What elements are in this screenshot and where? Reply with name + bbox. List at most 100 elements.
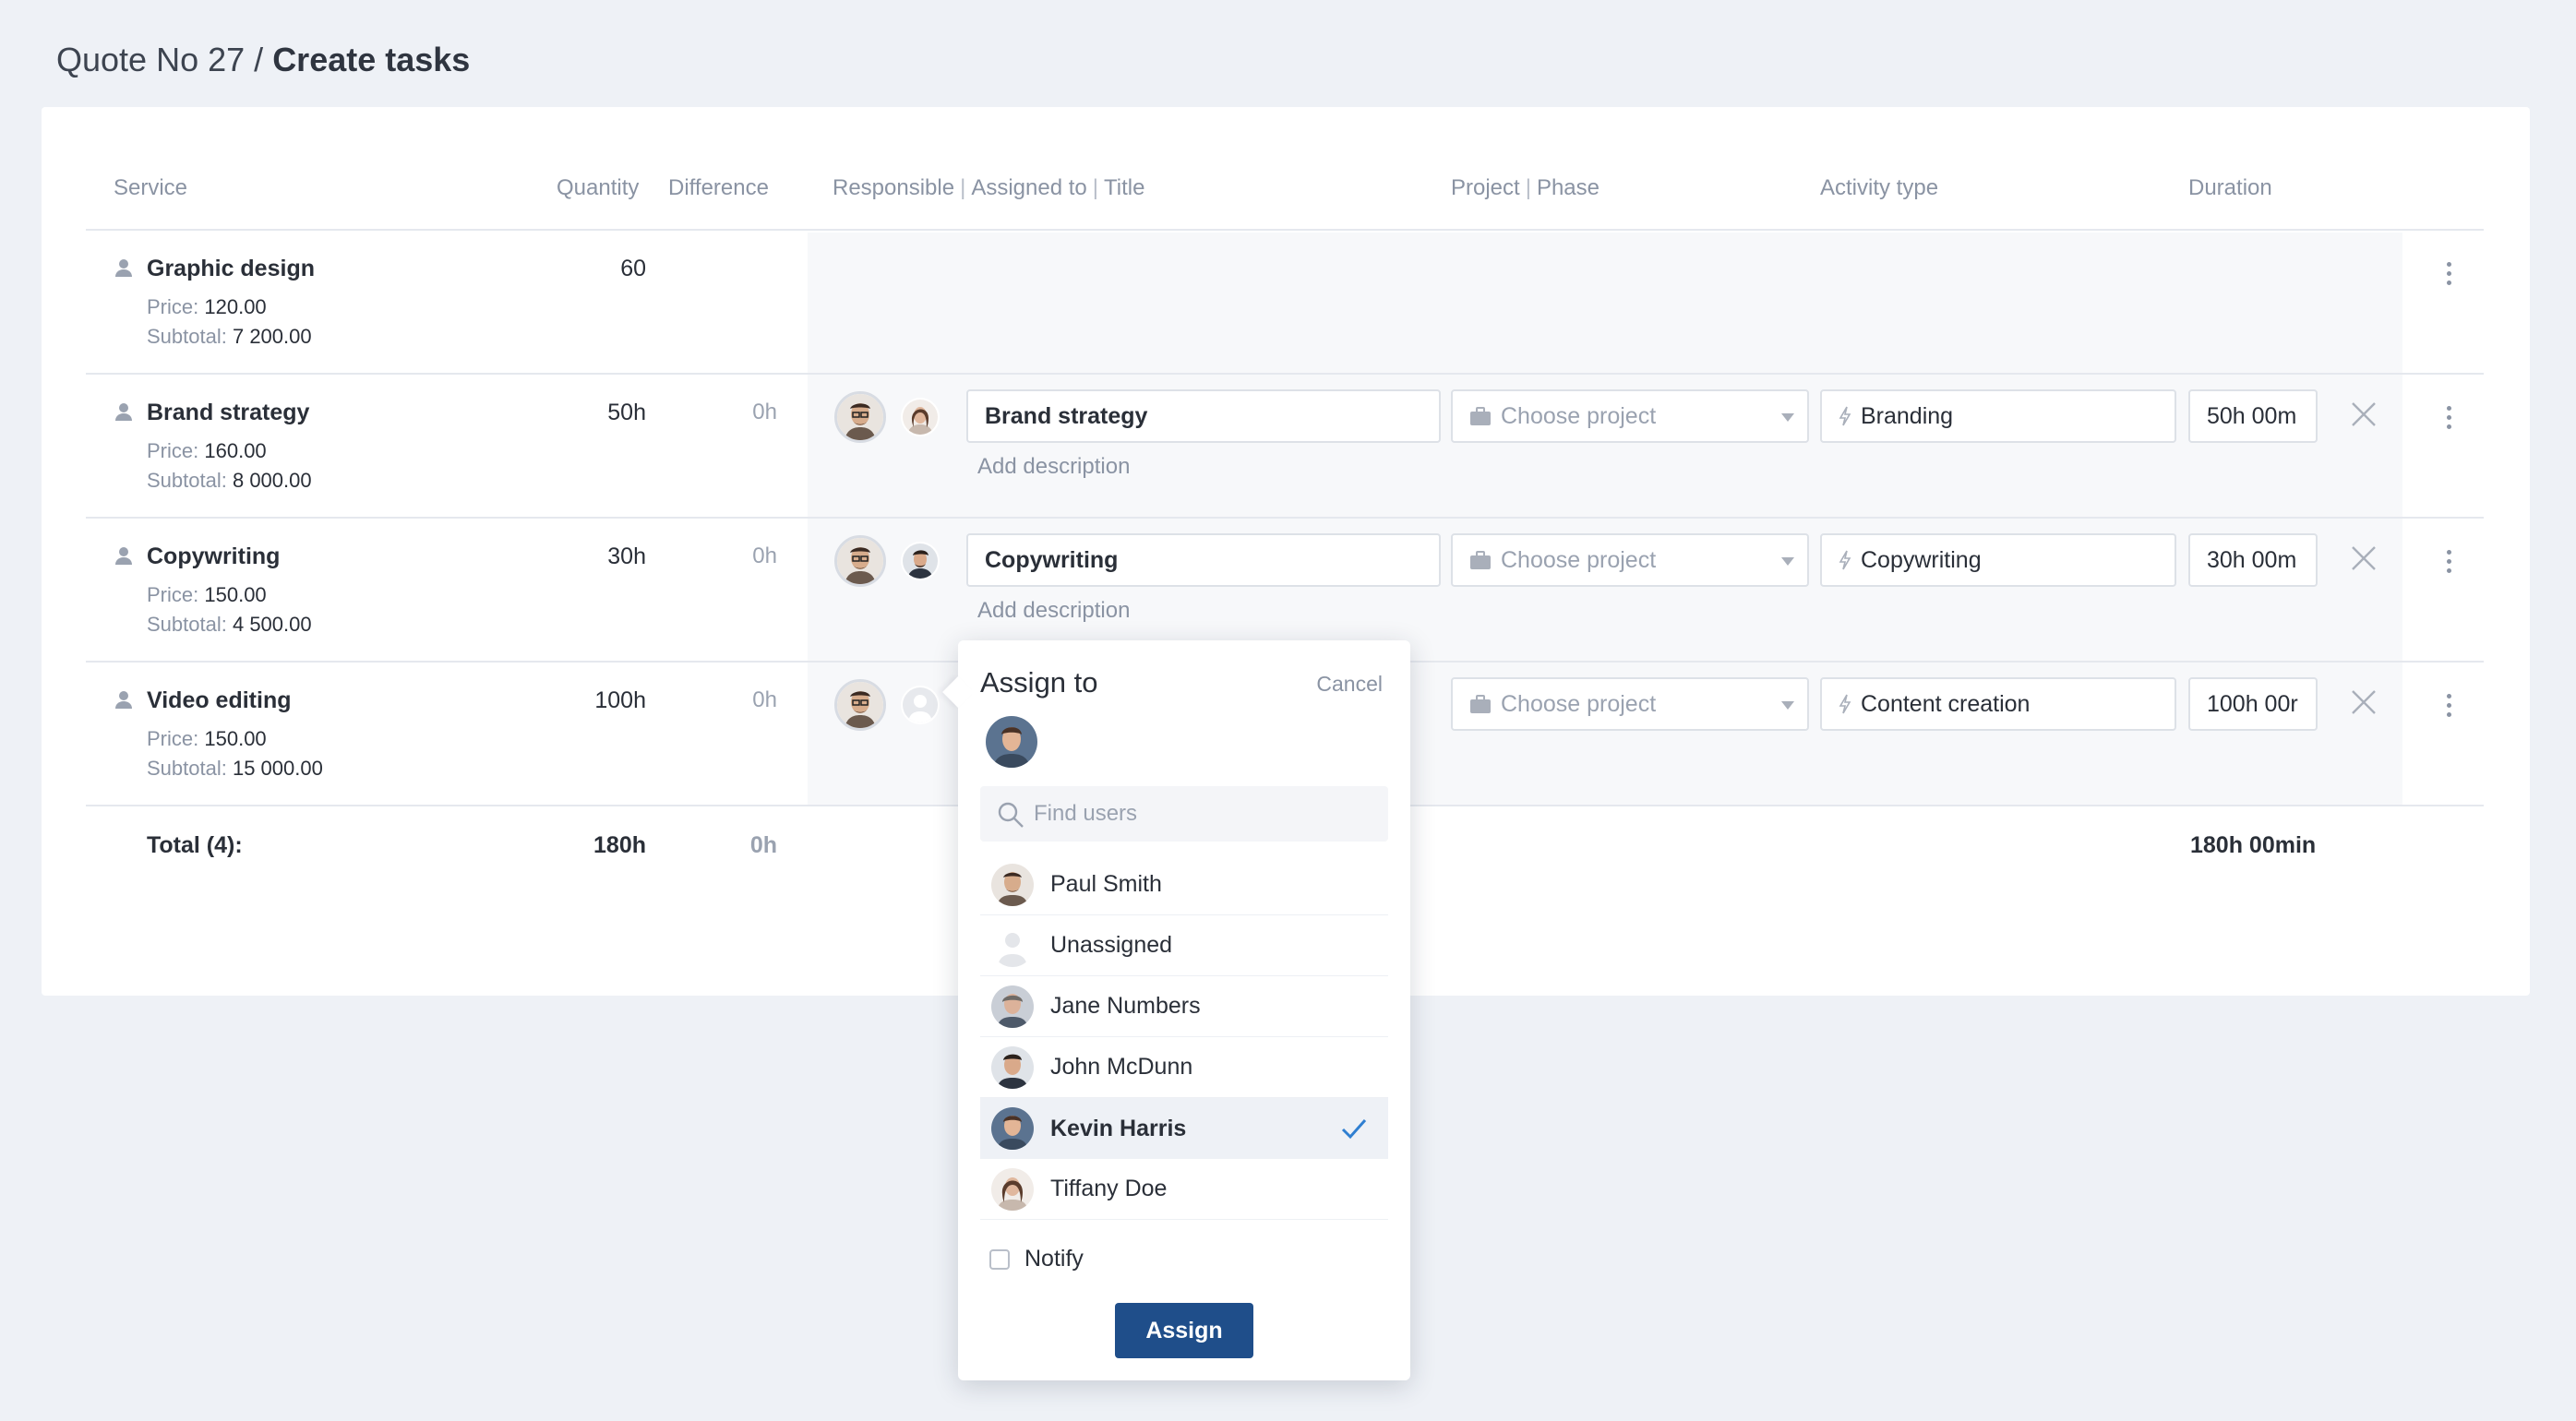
col-header-responsible-assigned-title: Responsible | Assigned to | Title xyxy=(833,175,1144,201)
col-header-assigned: Assigned to xyxy=(971,175,1087,200)
close-icon[interactable] xyxy=(2349,687,2378,717)
kebab-icon[interactable] xyxy=(2445,259,2452,287)
activity-type-value: Copywriting xyxy=(1861,546,1982,573)
col-header-sep: | xyxy=(1525,175,1531,200)
col-header-project-phase: Project | Phase xyxy=(1451,175,1600,201)
kebab-icon[interactable] xyxy=(2445,547,2452,575)
search-icon xyxy=(998,802,1024,828)
notify-checkbox-box[interactable] xyxy=(989,1248,1010,1270)
responsible-avatar[interactable] xyxy=(834,535,886,587)
subtotal-label: Subtotal: xyxy=(147,469,227,492)
assigned-avatar[interactable] xyxy=(901,398,940,436)
briefcase-icon xyxy=(1469,550,1492,570)
price-value: 150.00 xyxy=(204,583,267,606)
project-select[interactable]: Choose project xyxy=(1451,677,1809,731)
user-name: John McDunn xyxy=(1050,1054,1193,1080)
activity-type-value: Branding xyxy=(1861,402,1954,429)
close-icon[interactable] xyxy=(2349,400,2378,429)
col-header-sep: | xyxy=(1092,175,1098,200)
bolt-icon xyxy=(1839,694,1851,714)
price-label: Price: xyxy=(147,583,199,606)
add-description-link[interactable]: Add description xyxy=(977,598,1130,624)
col-header-title: Title xyxy=(1103,175,1145,200)
user-option[interactable]: Jane Numbers xyxy=(980,976,1388,1037)
col-header-sep: | xyxy=(960,175,966,200)
subtotal-value: 15 000.00 xyxy=(232,757,323,780)
col-header-responsible: Responsible xyxy=(833,175,955,200)
assign-button[interactable]: Assign xyxy=(1115,1303,1253,1358)
user-option[interactable]: Tiffany Doe xyxy=(980,1159,1388,1220)
row-divider xyxy=(86,373,2484,375)
find-users-input[interactable]: Find users xyxy=(980,786,1388,842)
user-avatar xyxy=(991,1107,1034,1150)
price-value: 150.00 xyxy=(204,727,267,750)
breadcrumb-current: Create tasks xyxy=(272,41,471,78)
task-title-input[interactable]: Brand strategy xyxy=(966,389,1441,443)
project-select[interactable]: Choose project xyxy=(1451,389,1809,443)
total-duration: 180h 00min xyxy=(2190,832,2317,858)
price-label: Price: xyxy=(147,295,199,318)
user-avatar xyxy=(991,1045,1034,1089)
service-name: Video editing xyxy=(147,687,292,713)
service-name: Brand strategy xyxy=(147,400,310,425)
col-header-phase: Phase xyxy=(1536,175,1600,200)
assigned-avatar[interactable] xyxy=(901,542,940,580)
duration-input[interactable]: 30h 00m xyxy=(2188,533,2318,587)
service-subtotal: Subtotal: 4 500.00 xyxy=(147,613,312,637)
assign-popup: Assign to Cancel Find users Paul Smith U… xyxy=(942,640,1410,1380)
notify-checkbox[interactable]: Notify xyxy=(989,1246,1084,1272)
service-subtotal: Subtotal: 15 000.00 xyxy=(147,757,323,781)
unassigned-avatar[interactable] xyxy=(901,686,940,724)
user-avatar xyxy=(991,1167,1034,1211)
kebab-icon[interactable] xyxy=(2445,691,2452,719)
task-title-input[interactable]: Copywriting xyxy=(966,533,1441,587)
user-name: Paul Smith xyxy=(1050,871,1162,897)
caret-down-icon xyxy=(1781,413,1794,422)
quantity-value: 60 xyxy=(620,256,646,281)
total-difference: 0h xyxy=(749,832,777,858)
add-description-link[interactable]: Add description xyxy=(977,454,1130,480)
bolt-icon xyxy=(1839,406,1851,426)
page-title: Quote No 27 / Create tasks xyxy=(56,41,470,79)
activity-type-input[interactable]: Content creation xyxy=(1820,677,2176,731)
service-price: Price: 160.00 xyxy=(147,439,267,463)
user-option[interactable]: Unassigned xyxy=(980,915,1388,976)
duration-input[interactable]: 100h 00r xyxy=(2188,677,2318,731)
col-header-project: Project xyxy=(1451,175,1520,200)
user-avatar xyxy=(991,985,1034,1028)
duration-input[interactable]: 50h 00m xyxy=(2188,389,2318,443)
user-option-selected[interactable]: Kevin Harris xyxy=(980,1098,1388,1159)
service-price: Price: 150.00 xyxy=(147,727,267,751)
breadcrumb-separator: / xyxy=(254,41,264,78)
quantity-value: 100h xyxy=(594,687,646,713)
activity-type-value: Content creation xyxy=(1861,690,2031,717)
total-quantity: 180h xyxy=(593,832,646,858)
caret-down-icon xyxy=(1781,557,1794,566)
activity-type-input[interactable]: Copywriting xyxy=(1820,533,2176,587)
check-icon xyxy=(1341,1119,1367,1140)
project-placeholder: Choose project xyxy=(1501,546,1657,573)
quantity-value: 30h xyxy=(607,543,646,569)
kebab-icon[interactable] xyxy=(2445,403,2452,431)
col-header-duration: Duration xyxy=(2188,175,2272,200)
user-option[interactable]: John McDunn xyxy=(980,1037,1388,1098)
user-name: Tiffany Doe xyxy=(1050,1176,1168,1201)
user-name: Unassigned xyxy=(1050,932,1173,958)
price-label: Price: xyxy=(147,727,199,750)
responsible-avatar[interactable] xyxy=(834,391,886,443)
activity-type-input[interactable]: Branding xyxy=(1820,389,2176,443)
selected-user-avatar[interactable] xyxy=(986,716,1037,768)
col-header-activity-type: Activity type xyxy=(1820,175,1939,200)
user-icon xyxy=(115,691,132,709)
close-icon[interactable] xyxy=(2349,543,2378,573)
subtotal-value: 8 000.00 xyxy=(232,469,312,492)
responsible-avatar[interactable] xyxy=(834,679,886,731)
project-select[interactable]: Choose project xyxy=(1451,533,1809,587)
user-option[interactable]: Paul Smith xyxy=(980,854,1388,915)
notify-label: Notify xyxy=(1024,1246,1084,1272)
breadcrumb-parent[interactable]: Quote No 27 xyxy=(56,41,245,78)
cancel-button[interactable]: Cancel xyxy=(1316,672,1383,697)
service-subtotal: Subtotal: 8 000.00 xyxy=(147,469,312,493)
col-header-difference: Difference xyxy=(668,175,769,200)
subtotal-label: Subtotal: xyxy=(147,325,227,348)
